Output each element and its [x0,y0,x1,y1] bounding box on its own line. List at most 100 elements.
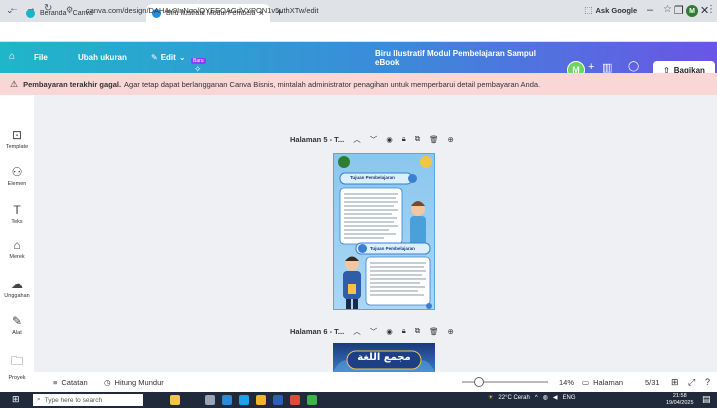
google-lens-icon: ⬚ [584,4,593,15]
file-label: File [34,53,48,62]
add-page-icon[interactable]: ⊕ [448,135,454,144]
minimize-icon[interactable]: – [647,4,653,16]
sidebar-item-tools[interactable]: ✎ Alat [0,314,34,336]
payment-warning-banner: ⚠ Pembayaran terakhir gagal. Agar tetap … [0,73,717,95]
sidebar-item-elements[interactable]: ⚇ Elemen [0,165,34,187]
clock-date: 19/04/2025 [666,400,694,406]
elements-icon: ⚇ [11,165,23,179]
warning-icon: ⚠ [10,78,19,89]
pages-label: Halaman [593,377,624,387]
zoom-slider-handle[interactable] [474,377,484,387]
widgets-icon[interactable] [170,395,180,405]
profile-avatar[interactable]: M [686,5,698,17]
sidebar-item-template[interactable]: ⊡ Template [0,128,34,150]
sidebar-item-label: Teks [11,219,23,225]
trash-icon[interactable]: 🗑︎ [429,327,439,336]
bookmark-star-icon[interactable]: ☆ [663,4,672,15]
edit-label: Edit [160,53,176,62]
address-bar-row [0,22,717,42]
pages-button[interactable]: ▭ Halaman [582,378,623,387]
volume-icon[interactable]: ◀ [553,394,558,401]
zoom-slider[interactable] [462,377,548,387]
chevron-up-icon[interactable]: ︿ [353,326,361,337]
design-title[interactable]: Biru Ilustratif Modul Pembelajaran Sampu… [375,42,555,73]
objectives-heading-2: Tujuan Pembelajaran [370,246,415,251]
sidebar-item-label: Template [5,144,29,150]
arabic-title: مجمع اللغة [357,352,411,363]
sidebar-item-label: Merek [9,254,25,260]
ask-google-button[interactable]: ⬚ Ask Google [584,3,637,17]
notes-button[interactable]: ≡ Catatan [53,378,88,387]
page-title[interactable]: Halaman 5 - T... [290,135,344,144]
eye-icon[interactable]: ◉ [386,327,393,336]
chevron-down-icon[interactable]: ﹀ [370,134,378,145]
system-tray: ☀ 22°C Cerah ^ ◍ ◀ ENG [488,394,576,402]
file-explorer-icon[interactable] [256,395,266,405]
tray-chevron-icon[interactable]: ^ [535,395,538,401]
lock-icon[interactable]: 🔒︎ [402,326,406,336]
timer-icon: ◷ [104,377,111,387]
grid-view-icon[interactable]: ⊞ [671,377,679,388]
network-icon[interactable]: ◍ [543,394,548,401]
sidebar-item-label: Alat [12,330,22,336]
taskbar-search-placeholder: Type here to search [44,396,103,404]
notes-label: Catatan [61,377,88,387]
weather-text[interactable]: 22°C Cerah [498,395,529,401]
zoom-level[interactable]: 14% [559,378,574,387]
page-title[interactable]: Halaman 6 - T... [290,327,344,336]
home-icon[interactable]: ⌂ [9,51,15,62]
page-5-thumbnail[interactable]: Tujuan Pembelajaran Tujuan Pembelajaran [333,153,435,310]
edit-menu[interactable]: ✎ Edit ⌄ [151,42,191,73]
task-view-icon[interactable] [205,395,215,405]
restore-icon[interactable]: ❐ [674,4,684,17]
lang-indicator[interactable]: ENG [563,395,576,401]
resize-button[interactable]: Ubah ukuran [78,42,138,73]
back-icon[interactable]: ← [9,3,19,14]
sidebar-item-uploads[interactable]: ☁ Unggahan [0,277,34,299]
forward-icon[interactable]: → [26,3,36,14]
eye-icon[interactable]: ◉ [386,135,393,144]
notes-icon: ≡ [53,377,58,387]
page-6-thumbnail[interactable]: مجمع اللغة [333,343,435,372]
sidebar-item-projects[interactable]: 🗀 Proyek [0,352,34,381]
chevron-down-icon[interactable]: ﹀ [370,326,378,337]
taskbar-search[interactable]: ⌕ Type here to search [33,394,143,406]
add-page-icon[interactable]: ⊕ [448,327,454,336]
warning-title: Pembayaran terakhir gagal. [23,79,122,89]
browser-menu-icon[interactable]: ⋮ [706,4,716,15]
windows-start-icon[interactable]: ⊞ [12,394,20,405]
add-collaborator-icon[interactable]: + [588,61,594,73]
sidebar-item-brand[interactable]: ⌂ Merek [0,238,34,260]
chrome-icon[interactable] [290,395,300,405]
editor-status-bar: ≡ Catatan ◷ Hitung Mundur 14% ▭ Halaman … [34,372,717,392]
reload-icon[interactable]: ↻ [44,3,52,14]
tools-icon: ✎ [11,314,23,328]
edge-icon[interactable] [222,395,232,405]
word-icon[interactable] [273,395,283,405]
site-info-icon[interactable]: ⚙ [66,5,73,14]
lock-icon[interactable]: 🔒︎ [402,134,406,144]
fullscreen-icon[interactable]: ⤢ [688,377,695,388]
warning-text: Agar tetap dapat berlangganan Canva Bisn… [124,79,541,89]
url-field[interactable]: canva.com/design/DAHAv9InNqo/QYEEOAGdVYP… [86,3,606,17]
timer-label: Hitung Mundur [114,377,164,387]
store-icon[interactable] [239,395,249,405]
comment-icon[interactable]: ◯ [628,61,639,72]
ask-google-label: Ask Google [595,5,638,15]
chevron-up-icon[interactable]: ︿ [353,134,361,145]
text-icon: T [13,203,21,217]
app-icon[interactable] [307,395,317,405]
help-icon[interactable]: ? [705,377,710,387]
duplicate-icon[interactable]: ⧉ [415,326,420,336]
sidebar-item-text[interactable]: T Teks [0,203,34,225]
search-icon: ⌕ [37,396,41,403]
timer-button[interactable]: ◷ Hitung Mundur [104,378,164,387]
duplicate-icon[interactable]: ⧉ [415,134,420,144]
resize-label: Ubah ukuran [78,53,127,62]
trash-icon[interactable]: 🗑︎ [429,135,439,144]
notification-icon[interactable]: ▤ [702,394,711,405]
clock[interactable]: 21:58 19/04/2025 [666,393,694,407]
url-text: canva.com/design/DAHAv9InNqo/QYEEOAGdVYP… [86,5,319,15]
file-menu[interactable]: File [34,42,64,73]
pages-icon: ▭ [582,377,590,387]
